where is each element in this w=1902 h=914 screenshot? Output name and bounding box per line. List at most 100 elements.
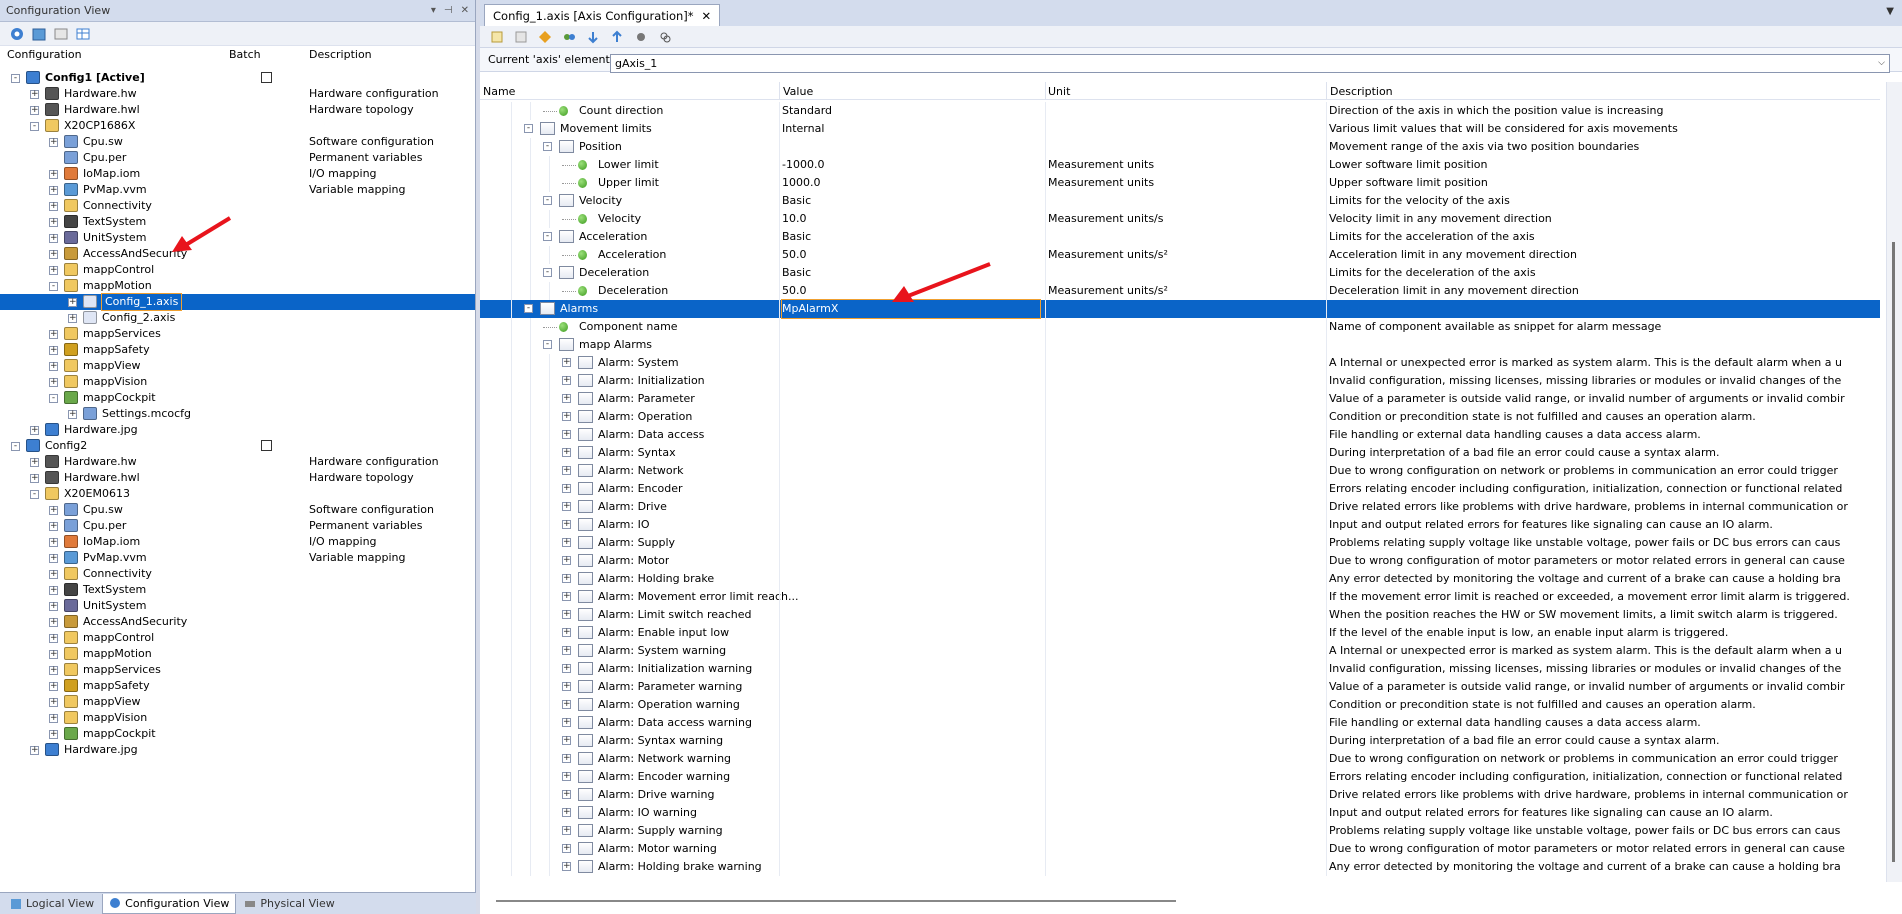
property-row[interactable]: Acceleration 50.0 Measurement units/s² Acce… bbox=[480, 246, 1880, 264]
expand-icon[interactable]: + bbox=[562, 610, 571, 619]
tree-item[interactable]: - X20CP1686X bbox=[0, 118, 475, 134]
tree-item[interactable]: + Config_1.axis bbox=[0, 293, 475, 311]
pin-icon[interactable]: ⊣ bbox=[444, 5, 453, 16]
property-row[interactable]: + Alarm: Network Due to wrong configuratio… bbox=[480, 462, 1880, 480]
expand-icon[interactable]: + bbox=[49, 650, 58, 659]
column-configuration[interactable]: Configuration bbox=[7, 48, 82, 61]
property-row[interactable]: + Alarm: Data access File handling or exte… bbox=[480, 426, 1880, 444]
expand-icon[interactable]: + bbox=[562, 700, 571, 709]
expand-icon[interactable]: + bbox=[562, 754, 571, 763]
tab-list-dropdown-icon[interactable]: ▼ bbox=[1886, 6, 1894, 17]
column-unit[interactable]: Unit bbox=[1048, 85, 1070, 98]
tree-item[interactable]: + TextSystem bbox=[0, 582, 475, 598]
property-value[interactable]: -1000.0 bbox=[782, 156, 1040, 174]
remove-icon[interactable] bbox=[512, 28, 530, 46]
property-row[interactable]: - Velocity Basic Limits for the velocity of… bbox=[480, 192, 1880, 210]
tree-item[interactable]: + mappView bbox=[0, 694, 475, 710]
expand-icon[interactable]: + bbox=[562, 592, 571, 601]
expand-icon[interactable]: + bbox=[49, 698, 58, 707]
tree-item[interactable]: - Config1 [Active] bbox=[0, 70, 475, 86]
column-value[interactable]: Value bbox=[783, 85, 813, 98]
property-row[interactable]: + Alarm: Motor Due to wrong configuration … bbox=[480, 552, 1880, 570]
property-row[interactable]: + Alarm: Data access warning File handling… bbox=[480, 714, 1880, 732]
sort-down-icon[interactable] bbox=[584, 28, 602, 46]
collapse-icon[interactable]: - bbox=[11, 74, 20, 83]
expand-icon[interactable]: + bbox=[49, 586, 58, 595]
tree-item[interactable]: + Hardware.hw Hardware configuration bbox=[0, 86, 475, 102]
collapse-icon[interactable]: - bbox=[543, 196, 552, 205]
tree-item[interactable]: + Config_2.axis bbox=[0, 310, 475, 326]
expand-icon[interactable]: + bbox=[68, 298, 77, 307]
expand-icon[interactable]: + bbox=[49, 378, 58, 387]
expand-icon[interactable]: + bbox=[562, 430, 571, 439]
cube-toolbar-icon[interactable] bbox=[30, 25, 48, 43]
expand-icon[interactable]: + bbox=[562, 520, 571, 529]
expand-icon[interactable]: + bbox=[49, 730, 58, 739]
expand-icon[interactable]: + bbox=[68, 314, 77, 323]
expand-icon[interactable]: + bbox=[30, 474, 39, 483]
property-row[interactable]: Deceleration 50.0 Measurement units/s² Dece… bbox=[480, 282, 1880, 300]
tools-icon[interactable] bbox=[656, 28, 674, 46]
expand-icon[interactable]: + bbox=[562, 844, 571, 853]
property-row[interactable]: + Alarm: Encoder Errors relating encoder i… bbox=[480, 480, 1880, 498]
tree-item[interactable]: + IoMap.iom I/O mapping bbox=[0, 166, 475, 182]
property-row[interactable]: + Alarm: Holding brake warning Any error d… bbox=[480, 858, 1880, 876]
column-name[interactable]: Name bbox=[483, 85, 515, 98]
panel-menu-icon[interactable]: ▾ bbox=[431, 5, 436, 16]
expand-icon[interactable]: + bbox=[49, 538, 58, 547]
tree-item[interactable]: + UnitSystem bbox=[0, 598, 475, 614]
expand-icon[interactable]: + bbox=[68, 410, 77, 419]
tree-item[interactable]: - mappMotion bbox=[0, 278, 475, 294]
tree-item[interactable]: + mappServices bbox=[0, 662, 475, 678]
expand-icon[interactable]: + bbox=[49, 266, 58, 275]
expand-icon[interactable]: + bbox=[562, 502, 571, 511]
expand-icon[interactable]: + bbox=[49, 602, 58, 611]
expand-icon[interactable]: + bbox=[49, 506, 58, 515]
expand-icon[interactable]: + bbox=[562, 826, 571, 835]
tree-item[interactable]: + PvMap.vvm Variable mapping bbox=[0, 182, 475, 198]
expand-icon[interactable]: + bbox=[49, 218, 58, 227]
tree-item[interactable]: + Hardware.jpg bbox=[0, 742, 475, 758]
scrollbar-thumb[interactable] bbox=[1892, 242, 1895, 862]
property-row[interactable]: - Alarms MpAlarmX bbox=[480, 299, 1880, 319]
expand-icon[interactable]: + bbox=[49, 186, 58, 195]
expand-icon[interactable]: + bbox=[562, 412, 571, 421]
tree-item[interactable]: + mappVision bbox=[0, 710, 475, 726]
expand-icon[interactable]: + bbox=[49, 330, 58, 339]
property-row[interactable]: + Alarm: Supply warning Problems relating … bbox=[480, 822, 1880, 840]
tree-item[interactable]: - X20EM0613 bbox=[0, 486, 475, 502]
tree-item[interactable]: + Cpu.per Permanent variables bbox=[0, 518, 475, 534]
tree-item[interactable]: + mappMotion bbox=[0, 646, 475, 662]
collapse-icon[interactable]: - bbox=[543, 340, 552, 349]
tree-item[interactable]: + Hardware.hwl Hardware topology bbox=[0, 470, 475, 486]
diamond-icon[interactable] bbox=[536, 28, 554, 46]
expand-icon[interactable]: + bbox=[49, 234, 58, 243]
property-row[interactable]: + Alarm: Limit switch reached When the pos… bbox=[480, 606, 1880, 624]
expand-icon[interactable]: + bbox=[562, 394, 571, 403]
expand-icon[interactable]: + bbox=[30, 106, 39, 115]
collapse-icon[interactable]: - bbox=[543, 232, 552, 241]
tab-configuration-view[interactable]: Configuration View bbox=[102, 893, 237, 914]
property-row[interactable]: + Alarm: Supply Problems relating supply v… bbox=[480, 534, 1880, 552]
expand-icon[interactable]: + bbox=[562, 538, 571, 547]
link-icon[interactable] bbox=[560, 28, 578, 46]
expand-icon[interactable]: + bbox=[49, 346, 58, 355]
expand-icon[interactable]: + bbox=[49, 170, 58, 179]
property-row[interactable]: + Alarm: Operation warning Condition or pr… bbox=[480, 696, 1880, 714]
tree-item[interactable]: + AccessAndSecurity bbox=[0, 614, 475, 630]
chevron-down-icon[interactable]: ⌵ bbox=[1878, 55, 1885, 72]
property-row[interactable]: Component name Name of component availabl… bbox=[480, 318, 1880, 336]
expand-icon[interactable]: + bbox=[562, 574, 571, 583]
expand-icon[interactable]: + bbox=[30, 746, 39, 755]
expand-icon[interactable]: + bbox=[49, 634, 58, 643]
property-row[interactable]: + Alarm: Drive warning Drive related error… bbox=[480, 786, 1880, 804]
property-row[interactable]: + Alarm: Network warning Due to wrong conf… bbox=[480, 750, 1880, 768]
expand-icon[interactable]: + bbox=[562, 628, 571, 637]
expand-icon[interactable]: + bbox=[49, 522, 58, 531]
expand-icon[interactable]: + bbox=[30, 426, 39, 435]
tree-item[interactable]: - Config2 bbox=[0, 438, 475, 454]
property-row[interactable]: Lower limit -1000.0 Measurement units Lower… bbox=[480, 156, 1880, 174]
settings-icon[interactable] bbox=[632, 28, 650, 46]
property-value[interactable]: 10.0 bbox=[782, 210, 1040, 228]
close-icon[interactable]: ✕ bbox=[461, 5, 469, 16]
